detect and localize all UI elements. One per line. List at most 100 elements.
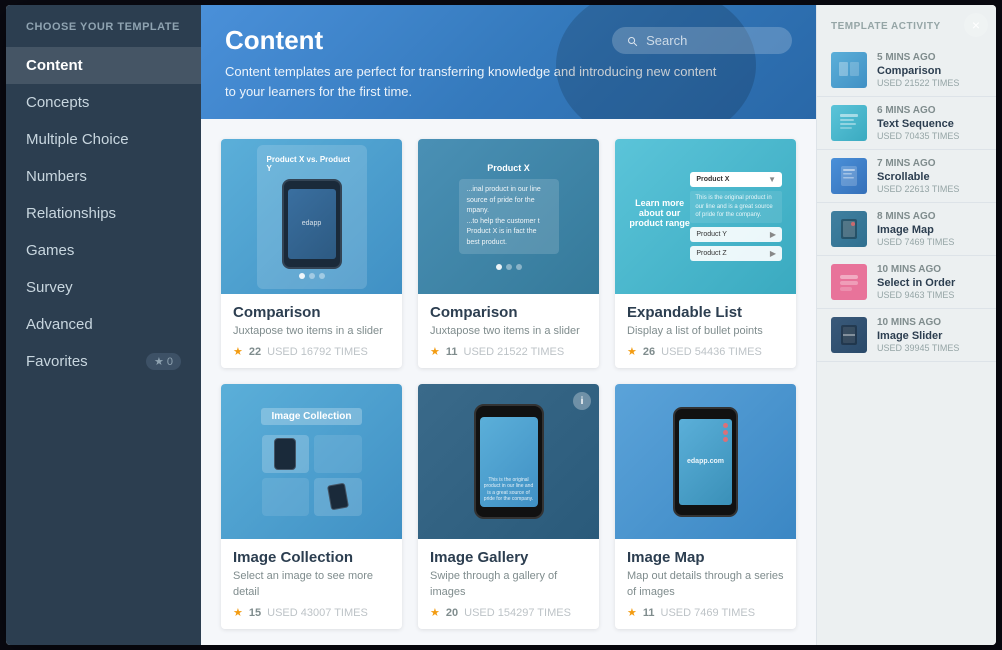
card-desc: Juxtapose two items in a slider xyxy=(233,324,390,339)
rating: 11 xyxy=(446,346,458,358)
rating: 26 xyxy=(643,346,655,358)
info-badge: i xyxy=(573,392,591,410)
activity-thumb-5 xyxy=(831,317,867,353)
modal: CHOOSE YOUR TEMPLATE Content Concepts Mu… xyxy=(6,5,996,645)
card-desc: Juxtapose two items in a slider xyxy=(430,324,587,339)
star-icon: ★ xyxy=(430,345,440,358)
card-name: Image Gallery xyxy=(430,549,587,566)
used-count: USED 154297 TIMES xyxy=(464,607,571,619)
sidebar-item-numbers[interactable]: Numbers xyxy=(6,158,201,195)
used-count: USED 21522 TIMES xyxy=(464,346,565,358)
card-desc: Map out details through a series of imag… xyxy=(627,569,784,600)
card-name: Comparison xyxy=(430,304,587,321)
activity-uses: USED 7469 TIMES xyxy=(877,237,982,247)
sidebar-header: CHOOSE YOUR TEMPLATE xyxy=(6,21,201,47)
sidebar-item-games[interactable]: Games xyxy=(6,232,201,269)
templates-grid: Product X vs. Product Y edapp xyxy=(221,139,796,629)
used-count: USED 43007 TIMES xyxy=(267,607,368,619)
sidebar-item-favorites[interactable]: Favorites ★ 0 xyxy=(6,343,201,380)
templates-area: Product X vs. Product Y edapp xyxy=(201,119,816,645)
card-preview-imggal: i This is the original product in our li… xyxy=(418,384,599,539)
main-content: Content Content templates are perfect fo… xyxy=(201,5,816,645)
activity-time: 6 MINS AGO xyxy=(877,105,982,116)
activity-item-2[interactable]: 7 MINS AGO Scrollable USED 22613 TIMES xyxy=(817,150,996,203)
sidebar-item-relationships[interactable]: Relationships xyxy=(6,195,201,232)
activity-thumb-1 xyxy=(831,105,867,141)
template-card-expandable[interactable]: Learn more about our product range Produ… xyxy=(615,139,796,368)
activity-time: 5 MINS AGO xyxy=(877,52,982,63)
search-icon xyxy=(626,34,638,48)
activity-time: 7 MINS AGO xyxy=(877,158,982,169)
card-desc: Select an image to see more detail xyxy=(233,569,390,600)
card-preview-comparison2: Product X ...inal product in our line so… xyxy=(418,139,599,294)
template-card-image-collection[interactable]: Image Collection xyxy=(221,384,402,629)
card-meta: ★ 22 USED 16792 TIMES xyxy=(233,345,390,358)
activity-name: Image Map xyxy=(877,224,982,236)
sidebar-item-concepts[interactable]: Concepts xyxy=(6,84,201,121)
header-description: Content templates are perfect for transf… xyxy=(225,62,725,101)
star-icon: ★ xyxy=(627,345,637,358)
star-icon: ★ xyxy=(233,345,243,358)
card-meta: ★ 20 USED 154297 TIMES xyxy=(430,606,587,619)
template-card-image-gallery[interactable]: i This is the original product in our li… xyxy=(418,384,599,629)
activity-name: Scrollable xyxy=(877,171,982,183)
sidebar-item-advanced[interactable]: Advanced xyxy=(6,306,201,343)
activity-uses: USED 9463 TIMES xyxy=(877,290,982,300)
activity-name: Image Slider xyxy=(877,330,982,342)
used-count: USED 16792 TIMES xyxy=(267,346,368,358)
card-preview-imgcol: Image Collection xyxy=(221,384,402,539)
activity-thumb-0 xyxy=(831,52,867,88)
card-name: Image Map xyxy=(627,549,784,566)
template-card-comparison2[interactable]: Product X ...inal product in our line so… xyxy=(418,139,599,368)
close-button[interactable]: × xyxy=(964,13,988,37)
card-preview-imgmap: edapp.com xyxy=(615,384,796,539)
card-name: Expandable List xyxy=(627,304,784,321)
card-meta: ★ 26 USED 54436 TIMES xyxy=(627,345,784,358)
activity-uses: USED 39945 TIMES xyxy=(877,343,982,353)
activity-item-1[interactable]: 6 MINS AGO Text Sequence USED 70435 TIME… xyxy=(817,97,996,150)
star-icon: ★ xyxy=(154,355,164,368)
search-bar xyxy=(612,27,792,54)
activity-uses: USED 70435 TIMES xyxy=(877,131,982,141)
activity-uses: USED 21522 TIMES xyxy=(877,78,982,88)
sidebar-item-multiple-choice[interactable]: Multiple Choice xyxy=(6,121,201,158)
used-count: USED 7469 TIMES xyxy=(661,607,756,619)
activity-time: 8 MINS AGO xyxy=(877,211,982,222)
card-meta: ★ 15 USED 43007 TIMES xyxy=(233,606,390,619)
activity-item-4[interactable]: 10 MINS AGO Select in Order USED 9463 TI… xyxy=(817,256,996,309)
activity-item-3[interactable]: 8 MINS AGO Image Map USED 7469 TIMES xyxy=(817,203,996,256)
search-input[interactable] xyxy=(646,33,778,48)
star-icon: ★ xyxy=(233,606,243,619)
rating: 15 xyxy=(249,607,261,619)
rating: 11 xyxy=(643,607,655,619)
activity-name: Text Sequence xyxy=(877,118,982,130)
used-count: USED 54436 TIMES xyxy=(661,346,762,358)
sidebar: CHOOSE YOUR TEMPLATE Content Concepts Mu… xyxy=(6,5,201,645)
card-desc: Swipe through a gallery of images xyxy=(430,569,587,600)
card-name: Comparison xyxy=(233,304,390,321)
template-card-comparison1[interactable]: Product X vs. Product Y edapp xyxy=(221,139,402,368)
activity-thumb-4 xyxy=(831,264,867,300)
card-preview-expandable: Learn more about our product range Produ… xyxy=(615,139,796,294)
card-name: Image Collection xyxy=(233,549,390,566)
card-preview-comparison1: Product X vs. Product Y edapp xyxy=(221,139,402,294)
activity-name: Select in Order xyxy=(877,277,982,289)
sidebar-item-survey[interactable]: Survey xyxy=(6,269,201,306)
activity-name: Comparison xyxy=(877,65,982,77)
star-icon: ★ xyxy=(627,606,637,619)
activity-item-5[interactable]: 10 MINS AGO Image Slider USED 39945 TIME… xyxy=(817,309,996,362)
rating: 22 xyxy=(249,346,261,358)
star-icon: ★ xyxy=(430,606,440,619)
activity-thumb-3 xyxy=(831,211,867,247)
activity-item-0[interactable]: 5 MINS AGO Comparison USED 21522 TIMES xyxy=(817,44,996,97)
activity-time: 10 MINS AGO xyxy=(877,264,982,275)
sidebar-item-content[interactable]: Content xyxy=(6,47,201,84)
card-meta: ★ 11 USED 7469 TIMES xyxy=(627,606,784,619)
template-card-image-map[interactable]: edapp.com Image Map xyxy=(615,384,796,629)
modal-overlay: CHOOSE YOUR TEMPLATE Content Concepts Mu… xyxy=(0,0,1002,650)
favorites-badge: ★ 0 xyxy=(146,353,181,370)
activity-uses: USED 22613 TIMES xyxy=(877,184,982,194)
rating: 20 xyxy=(446,607,458,619)
activity-time: 10 MINS AGO xyxy=(877,317,982,328)
card-desc: Display a list of bullet points xyxy=(627,324,784,339)
